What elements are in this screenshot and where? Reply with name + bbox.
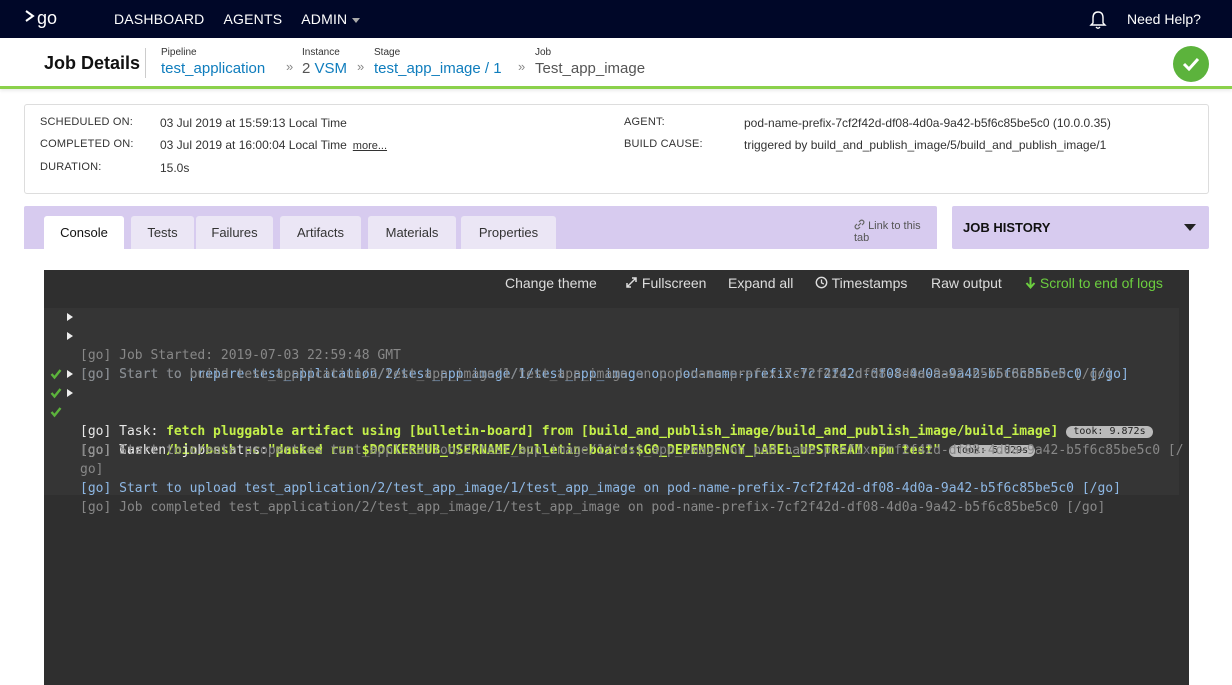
breadcrumb-job: Job Test_app_image: [535, 47, 645, 79]
expand-triangle-icon[interactable]: [67, 370, 73, 378]
console-panel: Change theme Fullscreen Expand all Times…: [44, 270, 1189, 685]
tab-artifacts[interactable]: Artifacts: [280, 216, 361, 249]
timestamps-label: Timestamps: [831, 275, 908, 291]
job-details-header: Job Details Pipeline test_application » …: [0, 38, 1232, 89]
build-cause-value: triggered by build_and_publish_image/5/b…: [744, 138, 1107, 152]
breadcrumb-pipeline: Pipeline test_application: [161, 47, 265, 79]
duration-value: 15.0s: [160, 161, 190, 175]
timestamps-button[interactable]: Timestamps: [815, 275, 907, 291]
nav-admin[interactable]: ADMIN: [301, 11, 361, 27]
log-line: [go] Job completed test_application/2/te…: [80, 500, 1106, 515]
stage-link[interactable]: test_app_image / 1: [374, 60, 502, 77]
svg-text:go: go: [37, 8, 57, 28]
expand-triangle-icon[interactable]: [67, 332, 73, 340]
tab-materials[interactable]: Materials: [368, 216, 456, 249]
check-icon: [50, 407, 62, 418]
expand-arrows-icon: [626, 277, 637, 288]
chevron-down-icon: [1184, 224, 1196, 231]
chevron-down-icon: [352, 17, 361, 23]
expand-all-button[interactable]: Expand all: [728, 275, 793, 291]
link-to-tab[interactable]: Link to this tab: [854, 219, 937, 244]
breadcrumb-instance: Instance 2 VSM: [302, 47, 347, 79]
main-nav: DASHBOARD AGENTS ADMIN: [114, 0, 361, 38]
breadcrumb-chevron-icon: »: [357, 59, 365, 74]
agent-label: AGENT:: [624, 116, 665, 128]
nav-agents[interactable]: AGENTS: [223, 11, 282, 27]
top-navigation: go DASHBOARD AGENTS ADMIN Need Help?: [0, 0, 1232, 38]
tab-failures[interactable]: Failures: [196, 216, 273, 249]
scheduled-value: 03 Jul 2019 at 15:59:13 Local Time: [160, 116, 347, 130]
breadcrumb-pipeline-label: Pipeline: [161, 47, 197, 58]
tab-console[interactable]: Console: [44, 216, 124, 249]
breadcrumb-instance-label: Instance: [302, 47, 340, 58]
fullscreen-label: Fullscreen: [641, 275, 707, 291]
instance-number: 2: [302, 60, 311, 77]
expand-triangle-icon[interactable]: [67, 313, 73, 321]
bell-icon[interactable]: [1089, 10, 1107, 30]
raw-output-button[interactable]: Raw output: [931, 275, 1002, 291]
tab-properties[interactable]: Properties: [461, 216, 556, 249]
pipeline-link[interactable]: test_application: [161, 60, 265, 77]
completed-label: COMPLETED ON:: [40, 138, 134, 150]
console-log: [go] Job Started: 2019-07-03 22:59:48 GM…: [44, 308, 1184, 515]
job-status-badge: [1173, 46, 1209, 82]
job-name: Test_app_image: [535, 60, 646, 77]
breadcrumb-job-label: Job: [535, 47, 552, 58]
nav-admin-label: ADMIN: [301, 11, 348, 27]
breadcrumb-chevron-icon: »: [286, 59, 294, 74]
need-help-link[interactable]: Need Help?: [1127, 11, 1201, 27]
job-history-toggle[interactable]: JOB HISTORY: [952, 206, 1209, 249]
scroll-to-end-button[interactable]: Scroll to end of logs: [1025, 275, 1163, 291]
job-tabs: Console Tests Failures Artifacts Materia…: [24, 206, 937, 249]
job-info-panel: SCHEDULED ON: 03 Jul 2019 at 15:59:13 Lo…: [24, 104, 1209, 194]
check-icon: [1182, 57, 1200, 71]
change-theme-button[interactable]: Change theme: [505, 275, 597, 291]
page-title: Job Details: [44, 53, 141, 73]
vsm-link[interactable]: VSM: [315, 60, 348, 77]
more-link[interactable]: more...: [353, 140, 387, 152]
clock-icon: [815, 276, 828, 289]
breadcrumb-chevron-icon: »: [518, 59, 526, 74]
check-icon: [50, 369, 62, 380]
fullscreen-button[interactable]: Fullscreen: [625, 275, 706, 291]
scroll-to-end-label: Scroll to end of logs: [1039, 275, 1163, 291]
agent-link[interactable]: pod-name-prefix-7cf2f42d-df08-4d0a-9a42-…: [744, 116, 1111, 130]
build-cause-label: BUILD CAUSE:: [624, 138, 703, 150]
duration-label: DURATION:: [40, 161, 102, 173]
breadcrumb-stage: Stage test_app_image / 1: [374, 47, 502, 79]
nav-dashboard[interactable]: DASHBOARD: [114, 11, 204, 27]
job-history-title: JOB HISTORY: [963, 220, 1051, 235]
completed-row: 03 Jul 2019 at 16:00:04 Local Time more..…: [160, 138, 387, 152]
link-icon: [854, 219, 865, 230]
completed-value: 03 Jul 2019 at 16:00:04 Local Time: [160, 138, 347, 152]
check-icon: [50, 388, 62, 399]
tab-tests[interactable]: Tests: [131, 216, 194, 249]
arrow-down-icon: [1025, 277, 1036, 290]
breadcrumb-stage-label: Stage: [374, 47, 401, 58]
go-logo[interactable]: go: [24, 8, 68, 30]
divider: [145, 48, 146, 78]
scheduled-label: SCHEDULED ON:: [40, 116, 134, 128]
expand-triangle-icon[interactable]: [67, 389, 73, 397]
